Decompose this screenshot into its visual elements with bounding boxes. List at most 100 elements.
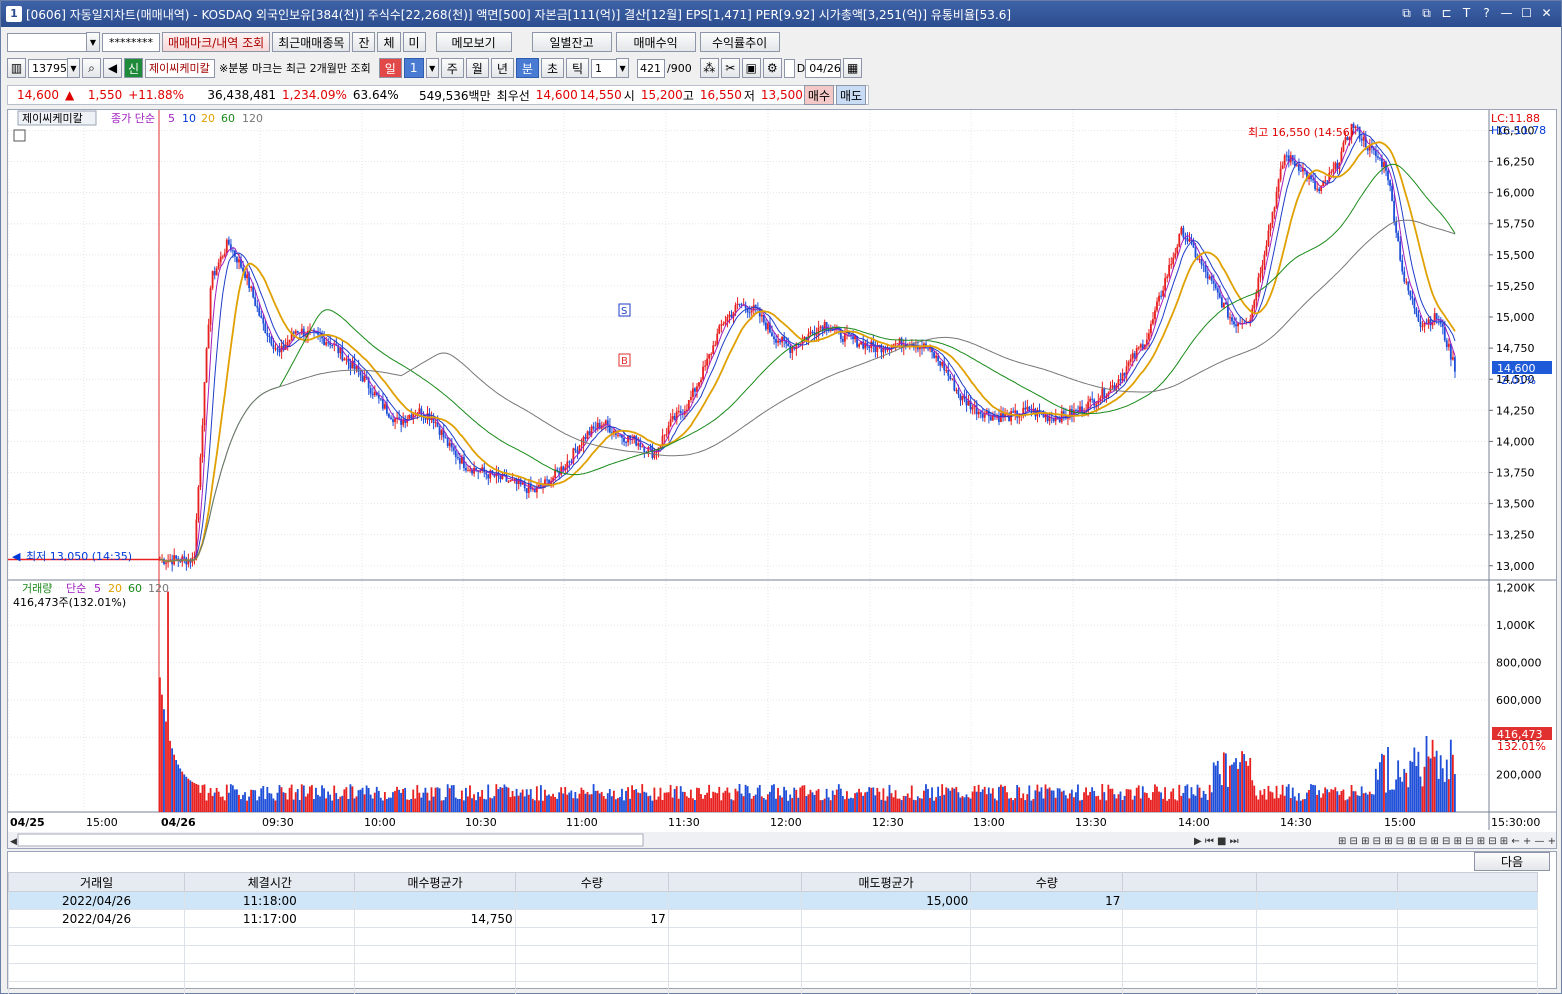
sell-button[interactable]: 매도 [836, 85, 867, 105]
save-icon[interactable]: ▣ [741, 58, 761, 78]
period-day[interactable]: 일 [378, 58, 402, 78]
help-icon[interactable]: ? [1478, 5, 1495, 22]
candle-body [562, 466, 565, 470]
candle-body [971, 407, 974, 410]
search-icon[interactable]: ⌕ [82, 58, 101, 78]
volume-bar [485, 799, 488, 812]
period-second[interactable]: 초 [540, 58, 564, 78]
volume-bar [1006, 792, 1008, 812]
calendar-icon[interactable]: ▦ [843, 58, 863, 78]
chart-tools-icon[interactable]: ⊞ ⊟ ⊞ ⊟ ⊞ ⊟ ⊞ ⊟ ⊞ ⊟ ⊞ ⊟ ⊞ ⊟ ⊞ ← + — + A [1338, 836, 1556, 847]
column-header[interactable] [1255, 872, 1398, 892]
close-icon[interactable]: ✕ [1538, 5, 1555, 22]
volume-bar [1117, 794, 1120, 812]
play-controls-icon[interactable]: ▶ ⏮ ■ ⏭ [1194, 836, 1239, 847]
speaker-icon[interactable]: ◀ [103, 58, 122, 78]
candle-body [304, 335, 307, 337]
volume-bar [925, 784, 927, 812]
table-cell: 2022/04/26 [7, 891, 186, 910]
date-checkbox[interactable] [783, 58, 795, 78]
period-minute[interactable]: 분 [515, 58, 539, 78]
period-month[interactable]: 월 [465, 58, 489, 78]
period-week[interactable]: 주 [440, 58, 464, 78]
volume-bar [209, 788, 212, 812]
column-header[interactable]: 거래일 [7, 872, 186, 892]
scroll-thumb[interactable] [17, 833, 644, 847]
indicator-icon[interactable]: ⁂ [699, 58, 719, 78]
column-header[interactable] [667, 872, 803, 892]
column-header[interactable] [1122, 872, 1257, 892]
settings-icon[interactable]: ⚙ [762, 58, 782, 78]
unfilled-button[interactable]: 미 [402, 32, 426, 52]
volume-bar [754, 794, 757, 812]
balance-button[interactable]: 잔 [352, 32, 376, 52]
maximize-icon[interactable]: ☐ [1518, 5, 1535, 22]
column-header[interactable]: 매수평균가 [354, 872, 516, 892]
layout-icon[interactable]: ▥ [7, 58, 26, 78]
executed-button[interactable]: 체 [377, 32, 401, 52]
volume-bar [331, 800, 334, 812]
date-input[interactable]: 04/26 [805, 58, 842, 78]
tools-icon[interactable]: ✂ [720, 58, 740, 78]
mark-query-button[interactable]: 매매마크/내역 조회 [162, 32, 271, 52]
volume-bar [744, 784, 747, 812]
volume-bar [1362, 793, 1365, 812]
period-year[interactable]: 년 [490, 58, 514, 78]
code-dropdown-icon[interactable]: ▼ [67, 58, 80, 78]
next-button[interactable]: 다음 [1474, 852, 1550, 871]
table-row[interactable]: 2022/04/26 11:17:00 14,750 17 [7, 909, 1539, 928]
link-icon[interactable]: ⧉ [1398, 5, 1415, 22]
font-icon[interactable]: T [1458, 5, 1475, 22]
period-day-count[interactable]: 1 [403, 58, 424, 78]
volume-bar [448, 788, 451, 812]
table-row[interactable]: 2022/04/26 11:18:00 15,000 17 [7, 891, 1539, 910]
candle-body [1299, 170, 1302, 172]
recent-stocks-button[interactable]: 최근매매종목 [272, 32, 351, 52]
chart-area[interactable]: 13,000 13,250 13,500 13,750 14,000 14,250 14,5… [7, 109, 1557, 849]
copy-icon[interactable]: ⧉ [1418, 5, 1435, 22]
table-icon[interactable] [13, 129, 26, 142]
column-header[interactable]: 매도평균가 [800, 872, 972, 892]
minimize-icon[interactable]: — [1498, 5, 1515, 22]
candle-body [438, 426, 441, 435]
account-dropdown-icon[interactable]: ▼ [86, 32, 100, 52]
candle-body [712, 345, 715, 355]
candle-body [452, 447, 455, 451]
column-header[interactable] [1396, 872, 1539, 892]
count-input[interactable]: 421 [637, 58, 666, 78]
price-volume-chart[interactable]: 13,00013,25013,50013,75014,00014,25014,5… [8, 110, 1556, 848]
volume-bar [691, 798, 694, 812]
volume-bar [511, 791, 514, 812]
volume-bar [722, 792, 725, 812]
volume-bar [207, 792, 210, 812]
stock-code-input[interactable]: 137950 [28, 58, 74, 78]
interval-dropdown-icon[interactable]: ▼ [616, 58, 630, 78]
volume-bar [233, 789, 236, 812]
volume-bar [643, 791, 646, 812]
return-trend-button[interactable]: 수익률추이 [699, 32, 780, 52]
candle-body [708, 354, 711, 359]
volume-bar [236, 789, 238, 812]
buy-button[interactable]: 매수 [803, 85, 835, 105]
day-count-dropdown-icon[interactable]: ▼ [425, 58, 439, 78]
column-header[interactable]: 수량 [970, 872, 1124, 892]
volume-bar [1287, 784, 1290, 812]
volume-bar [428, 800, 431, 812]
password-input[interactable]: ******** [102, 32, 160, 52]
volume-bar [837, 784, 840, 812]
scroll-left-icon[interactable]: ◀ [10, 837, 17, 847]
volume-ratio: 63.64% [352, 88, 399, 102]
candle-body [264, 323, 267, 334]
volume-bar [327, 791, 330, 812]
column-header[interactable]: 수량 [514, 872, 669, 892]
window-title: [0606] 자동일지차트(매매내역) - KOSDAQ 외국인보유[384(천… [26, 7, 1012, 22]
period-tick[interactable]: 틱 [565, 58, 590, 78]
account-input[interactable] [7, 32, 87, 52]
ma10-label: 10 [182, 112, 196, 125]
trade-profit-button[interactable]: 매매수익 [615, 32, 696, 52]
memo-button[interactable]: 메모보기 [435, 32, 512, 52]
daily-balance-button[interactable]: 일별잔고 [531, 32, 612, 52]
interval-input[interactable]: 1 [591, 58, 618, 78]
dock-icon[interactable]: ⊏ [1438, 5, 1455, 22]
column-header[interactable]: 체결시간 [184, 872, 356, 892]
